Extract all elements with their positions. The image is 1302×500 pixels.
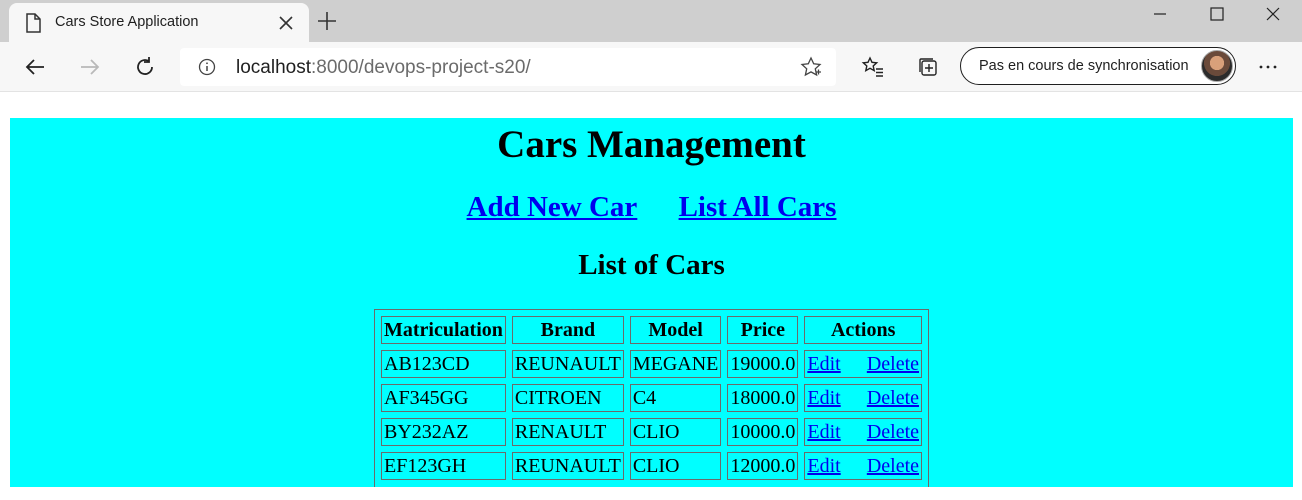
sync-label: Pas en cours de synchronisation xyxy=(979,58,1189,74)
header-matriculation: Matriculation xyxy=(381,316,506,344)
cell-model: C4 xyxy=(629,384,722,412)
edit-link[interactable]: Edit xyxy=(807,387,840,410)
cell-model: MEGANE xyxy=(629,350,722,378)
list-title: List of Cars xyxy=(578,249,725,281)
close-icon[interactable] xyxy=(277,14,295,32)
cell-price: 12000.0 xyxy=(727,452,799,480)
cell-matriculation: AB123CD xyxy=(381,350,506,378)
cell-brand: CITROEN xyxy=(511,384,624,412)
more-icon[interactable] xyxy=(1254,53,1282,81)
cell-actions: Edit Delete xyxy=(804,452,922,480)
refresh-icon[interactable] xyxy=(131,53,159,81)
delete-link[interactable]: Delete xyxy=(867,421,919,444)
cell-model: CLIO xyxy=(629,452,722,480)
delete-link[interactable]: Delete xyxy=(867,455,919,478)
browser-tab[interactable]: Cars Store Application xyxy=(9,3,309,42)
table-row: AB123CD REUNAULT MEGANE 19000.0 Edit Dele… xyxy=(381,350,922,378)
cell-matriculation: EF123GH xyxy=(381,452,506,480)
collections-icon[interactable] xyxy=(914,53,942,81)
page-title: Cars Management xyxy=(497,123,806,166)
table-header-row: Matriculation Brand Model Price Actions xyxy=(381,316,922,344)
plus-icon[interactable] xyxy=(316,10,338,32)
back-icon[interactable] xyxy=(21,53,49,81)
cell-matriculation: BY232AZ xyxy=(381,418,506,446)
table-row: AF345GG CITROEN C4 18000.0 Edit Delete xyxy=(381,384,922,412)
sync-profile-button[interactable]: Pas en cours de synchronisation xyxy=(960,47,1236,85)
cell-price: 19000.0 xyxy=(727,350,799,378)
tab-strip: Cars Store Application xyxy=(0,0,1302,42)
header-model: Model xyxy=(629,316,722,344)
cell-matriculation: AF345GG xyxy=(381,384,506,412)
browser-toolbar: localhost:8000/devops-project-s20/ Pas e… xyxy=(0,42,1302,92)
add-new-car-link[interactable]: Add New Car xyxy=(467,191,638,223)
cell-brand: REUNAULT xyxy=(511,452,624,480)
table-row: BY232AZ RENAULT CLIO 10000.0 Edit Delete xyxy=(381,418,922,446)
forward-icon xyxy=(76,53,104,81)
tab-title: Cars Store Application xyxy=(55,14,199,30)
star-icon[interactable] xyxy=(800,56,822,78)
page-content: Cars Management Add New Car List All Car… xyxy=(10,118,1293,487)
page-icon xyxy=(24,13,42,33)
favorites-icon[interactable] xyxy=(859,53,887,81)
cell-brand: REUNAULT xyxy=(511,350,624,378)
window-close-icon[interactable] xyxy=(1245,0,1301,28)
cars-table-grid: Matriculation Brand Model Price Actions … xyxy=(375,310,928,486)
cars-table: Matriculation Brand Model Price Actions … xyxy=(374,309,929,487)
header-actions: Actions xyxy=(804,316,922,344)
maximize-icon[interactable] xyxy=(1189,0,1245,28)
edit-link[interactable]: Edit xyxy=(807,353,840,376)
address-text: localhost:8000/devops-project-s20/ xyxy=(236,57,531,79)
cell-actions: Edit Delete xyxy=(804,418,922,446)
cell-brand: RENAULT xyxy=(511,418,624,446)
cell-price: 10000.0 xyxy=(727,418,799,446)
delete-link[interactable]: Delete xyxy=(867,387,919,410)
cell-actions: Edit Delete xyxy=(804,350,922,378)
nav-links: Add New Car List All Cars xyxy=(10,191,1293,224)
info-icon[interactable] xyxy=(198,58,216,76)
cell-actions: Edit Delete xyxy=(804,384,922,412)
header-brand: Brand xyxy=(511,316,624,344)
list-all-cars-link[interactable]: List All Cars xyxy=(679,191,837,223)
cell-price: 18000.0 xyxy=(727,384,799,412)
table-row: EF123GH REUNAULT CLIO 12000.0 Edit Delete xyxy=(381,452,922,480)
edit-link[interactable]: Edit xyxy=(807,421,840,444)
address-bar[interactable]: localhost:8000/devops-project-s20/ xyxy=(180,48,836,86)
avatar xyxy=(1201,50,1233,82)
cell-model: CLIO xyxy=(629,418,722,446)
delete-link[interactable]: Delete xyxy=(867,353,919,376)
edit-link[interactable]: Edit xyxy=(807,455,840,478)
address-path: :8000/devops-project-s20/ xyxy=(311,57,531,78)
address-host: localhost xyxy=(236,57,311,78)
minimize-icon[interactable] xyxy=(1132,0,1188,28)
header-price: Price xyxy=(727,316,799,344)
